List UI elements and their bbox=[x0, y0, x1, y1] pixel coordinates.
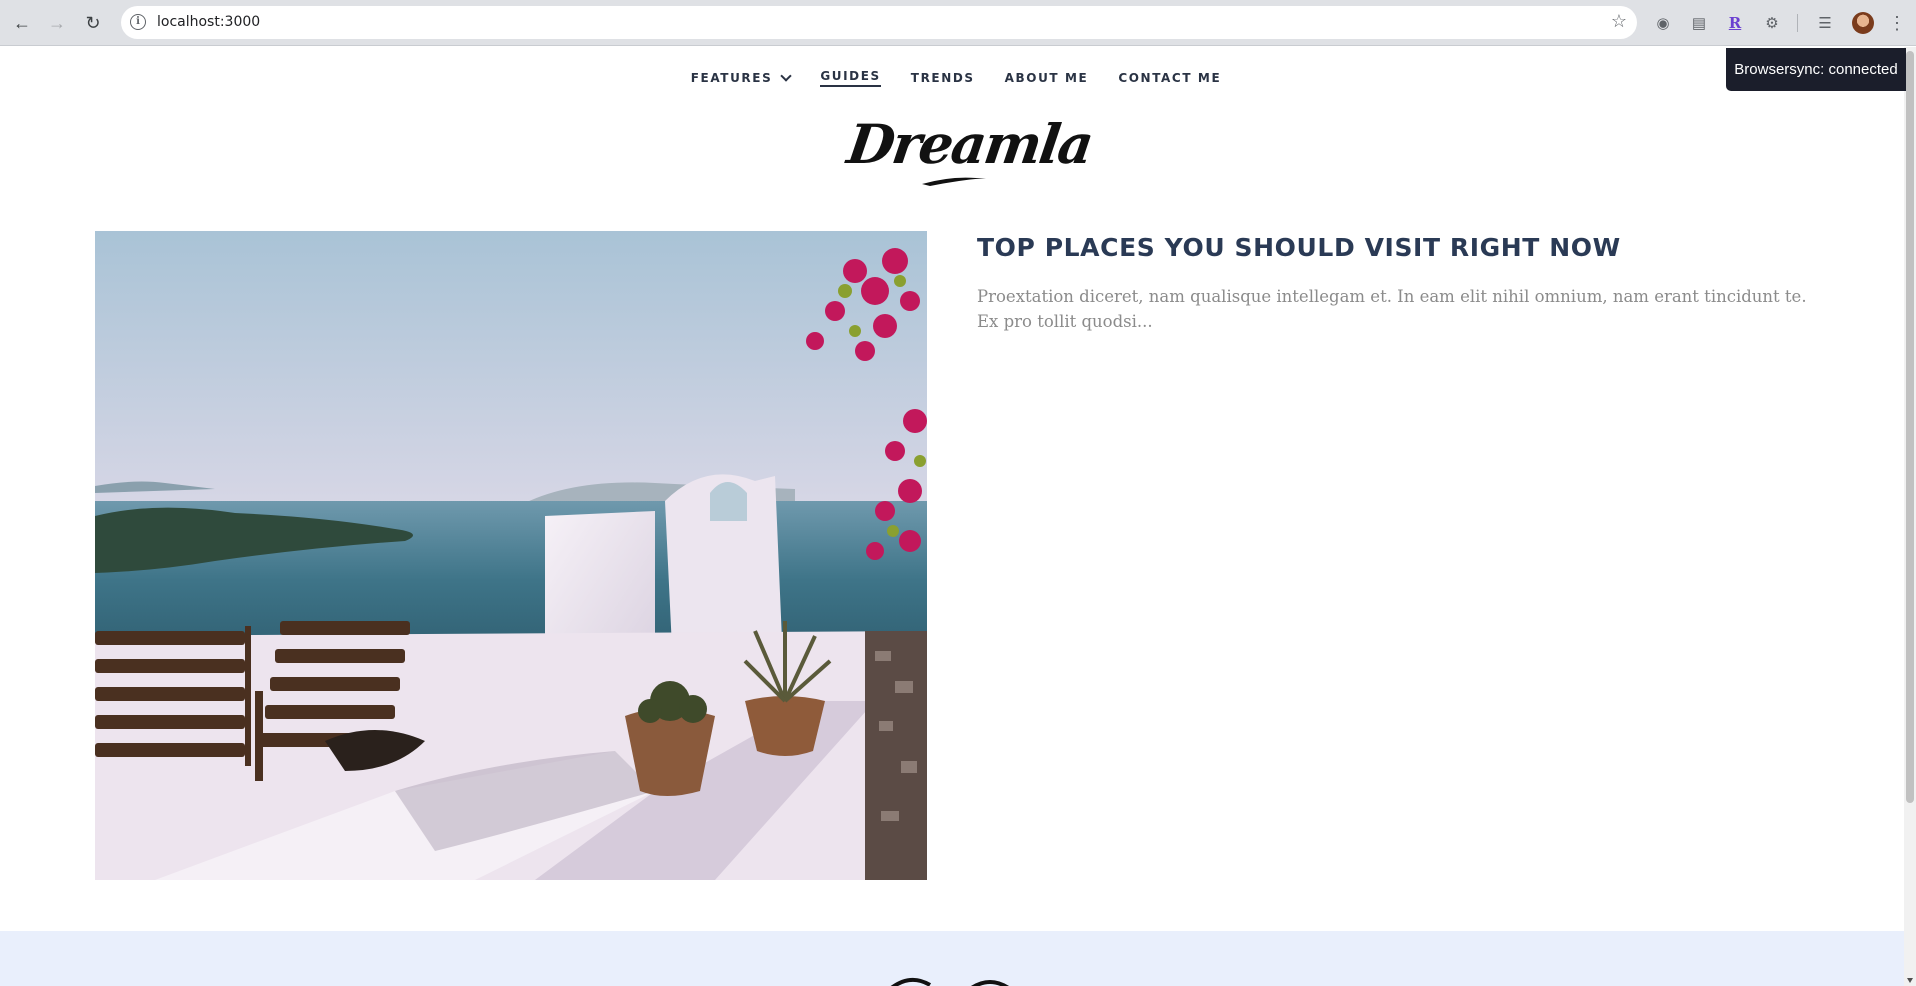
logo-swash bbox=[922, 177, 986, 186]
post-featured-image[interactable] bbox=[95, 231, 927, 880]
nav-trends-label[interactable]: TRENDS bbox=[911, 71, 975, 85]
nav-guides-label[interactable]: GUIDES bbox=[820, 69, 881, 87]
nav-about-label[interactable]: ABOUT ME bbox=[1005, 71, 1089, 85]
nav-contact-label[interactable]: CONTACT ME bbox=[1118, 71, 1221, 85]
browsersync-toast: Browsersync: connected bbox=[1726, 48, 1906, 91]
extensions-puzzle-icon[interactable]: ⚙ bbox=[1761, 12, 1783, 34]
forward-arrow-icon[interactable]: → bbox=[45, 11, 69, 35]
main-navigation: FEATURES GUIDES TRENDS ABOUT ME CONTACT … bbox=[0, 69, 1904, 87]
scrollbar-thumb[interactable] bbox=[1906, 51, 1914, 803]
nav-item-features[interactable]: FEATURES bbox=[691, 69, 792, 87]
toolbar-divider bbox=[1797, 14, 1798, 32]
nav-item-about-me[interactable]: ABOUT ME bbox=[1005, 69, 1089, 87]
bookmark-star-icon[interactable]: ☆ bbox=[1611, 11, 1627, 32]
footer-section bbox=[0, 931, 1904, 986]
camera-icon[interactable]: ◉ bbox=[1652, 12, 1674, 34]
nav-item-trends[interactable]: TRENDS bbox=[911, 69, 975, 87]
site-logo[interactable]: Dreamla bbox=[844, 112, 1096, 186]
profile-avatar[interactable] bbox=[1852, 12, 1874, 34]
nav-features-label[interactable]: FEATURES bbox=[691, 71, 773, 85]
menu-kebab-icon[interactable]: ⋮ bbox=[1886, 12, 1908, 34]
reload-icon[interactable]: ↻ bbox=[81, 11, 105, 35]
browser-toolbar: ← → ↻ i localhost:3000 ☆ ◉ ▤ R ⚙ ☰ ⋮ bbox=[0, 0, 1916, 46]
chevron-down-icon[interactable] bbox=[780, 69, 792, 82]
reading-list-icon[interactable]: ☰ bbox=[1814, 12, 1836, 34]
logo-text[interactable]: Dreamla bbox=[844, 112, 1096, 176]
address-bar[interactable]: i localhost:3000 ☆ bbox=[121, 6, 1637, 39]
media-icon[interactable]: ▤ bbox=[1688, 12, 1710, 34]
scroll-down-arrow-icon[interactable] bbox=[1907, 978, 1913, 983]
page-scrollbar[interactable] bbox=[1904, 47, 1916, 986]
site-info-icon[interactable]: i bbox=[130, 14, 146, 30]
url-text[interactable]: localhost:3000 bbox=[157, 14, 260, 30]
nav-item-guides[interactable]: GUIDES bbox=[820, 69, 881, 87]
footer-logo-peek bbox=[890, 977, 1009, 986]
post-title[interactable]: TOP PLACES YOU SHOULD VISIT RIGHT NOW bbox=[977, 233, 1621, 262]
page-viewport: FEATURES GUIDES TRENDS ABOUT ME CONTACT … bbox=[0, 47, 1904, 986]
toast-text: Browsersync: connected bbox=[1734, 61, 1898, 78]
post-excerpt: Proextation diceret, nam qualisque intel… bbox=[977, 287, 1807, 331]
extension-r-icon[interactable]: R bbox=[1724, 12, 1746, 34]
santorini-scene-image bbox=[95, 231, 927, 880]
nav-item-contact-me[interactable]: CONTACT ME bbox=[1118, 69, 1221, 87]
back-arrow-icon[interactable]: ← bbox=[10, 11, 34, 35]
